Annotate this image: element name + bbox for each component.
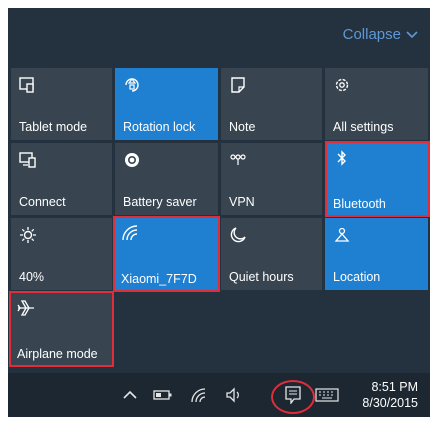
tile-connect[interactable]: Connect: [11, 143, 112, 215]
bluetooth-icon: [337, 150, 346, 166]
tile-label: Battery saver: [123, 195, 197, 209]
clock-date: 8/30/2015: [362, 396, 418, 410]
chevron-down-icon: [406, 30, 418, 38]
connect-icon: [19, 152, 36, 168]
tile-label: VPN: [229, 195, 255, 209]
rotation-lock-icon: [125, 78, 139, 92]
location-icon: [334, 227, 350, 242]
tile-label: Airplane mode: [17, 347, 98, 361]
tile-label: Note: [229, 120, 256, 134]
gear-icon: [335, 78, 349, 92]
tile-label: Rotation lock: [123, 120, 196, 134]
chevron-up-icon: [123, 390, 137, 399]
clock-time: 8:51 PM: [371, 380, 418, 394]
collapse-label: Collapse: [342, 26, 401, 43]
tile-airplane-mode[interactable]: Airplane mode: [9, 291, 114, 367]
tile-rotation-lock[interactable]: Rotation lock: [115, 68, 218, 140]
tile-battery-saver[interactable]: Battery saver: [115, 143, 218, 215]
wifi-icon: [191, 388, 206, 403]
touch-keyboard-button[interactable]: [314, 385, 340, 405]
tile-wifi[interactable]: Xiaomi_7F7D: [113, 216, 220, 292]
network-button[interactable]: [188, 385, 210, 405]
tile-note[interactable]: Note: [221, 68, 322, 140]
battery-button[interactable]: [152, 385, 174, 405]
tile-label: Xiaomi_7F7D: [121, 272, 197, 286]
tile-brightness[interactable]: 40%: [11, 218, 112, 290]
airplane-icon: [17, 300, 34, 316]
battery-saver-icon: [125, 153, 139, 167]
clock[interactable]: 8:51 PM 8/30/2015: [362, 379, 418, 411]
brightness-icon: [20, 227, 36, 243]
tablet-mode-icon: [19, 77, 34, 93]
tile-location[interactable]: Location: [325, 218, 428, 290]
tile-label: All settings: [333, 120, 394, 134]
keyboard-icon: [315, 388, 339, 402]
vpn-icon: [230, 154, 246, 165]
tile-bluetooth[interactable]: Bluetooth: [325, 141, 430, 217]
moon-icon: [230, 227, 246, 243]
action-center: Collapse Tablet mode Rotation lock Note …: [8, 8, 430, 417]
taskbar: 8:51 PM 8/30/2015: [8, 373, 430, 417]
tile-label: Quiet hours: [229, 270, 294, 284]
show-hidden-icons-button[interactable]: [120, 385, 140, 405]
notification-icon: [285, 386, 301, 404]
volume-button[interactable]: [223, 385, 245, 405]
tile-all-settings[interactable]: All settings: [325, 68, 428, 140]
battery-icon: [153, 390, 172, 400]
tile-label: Bluetooth: [333, 197, 386, 211]
tile-label: Connect: [19, 195, 66, 209]
tile-vpn[interactable]: VPN: [221, 143, 322, 215]
tile-tablet-mode[interactable]: Tablet mode: [11, 68, 112, 140]
speaker-icon: [226, 387, 239, 403]
collapse-button[interactable]: Collapse: [343, 26, 418, 43]
tile-label: Tablet mode: [19, 120, 88, 134]
wifi-icon: [122, 225, 138, 241]
tile-quiet-hours[interactable]: Quiet hours: [221, 218, 322, 290]
tile-label: Location: [333, 270, 381, 284]
tile-label: 40%: [19, 270, 45, 284]
action-center-button[interactable]: [282, 384, 304, 406]
note-icon: [231, 77, 245, 93]
